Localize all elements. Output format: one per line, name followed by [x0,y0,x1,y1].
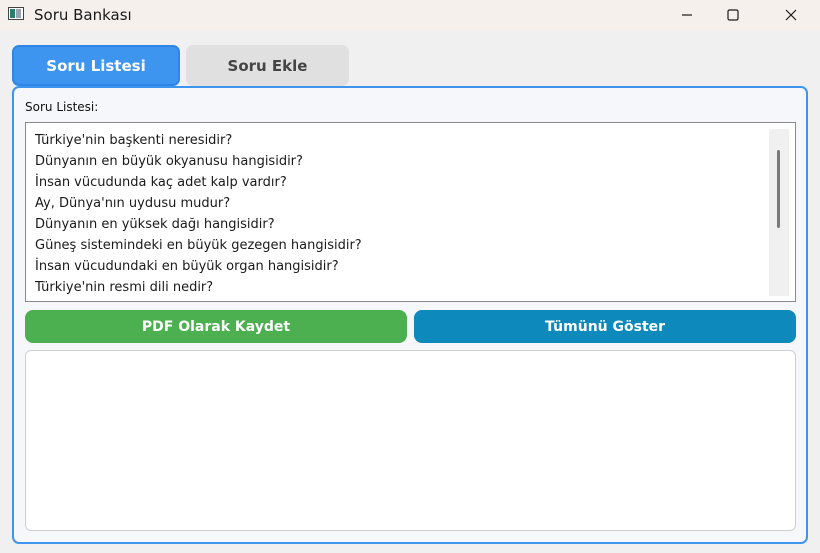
window-title: Soru Bankası [34,6,132,24]
maximize-button[interactable] [710,0,756,30]
question-list-label: Soru Listesi: [25,100,99,114]
list-item[interactable]: Dünyanın en yüksek dağı hangisidir? [35,217,275,232]
list-item[interactable]: İnsan vücudunda kaç adet kalp vardır? [35,175,287,190]
list-item[interactable]: Güneş sistemindeki en büyük gezegen hang… [35,238,362,253]
tab-soru-ekle[interactable]: Soru Ekle [186,45,349,86]
list-item[interactable]: Türkiye'nin başkenti neresidir? [35,133,232,148]
minimize-icon [682,14,692,16]
list-item[interactable]: Türkiye'nin resmi dili nedir? [35,280,213,295]
list-item[interactable]: İnsan vücudundaki en büyük organ hangisi… [35,259,339,274]
maximize-icon [727,9,739,21]
close-button[interactable] [768,0,814,30]
save-pdf-button[interactable]: PDF Olarak Kaydet [25,310,407,343]
minimize-button[interactable] [664,0,710,30]
question-list[interactable] [25,122,796,302]
list-scrollbar-thumb[interactable] [777,150,780,228]
close-icon [785,9,797,21]
list-item[interactable]: Dünyanın en büyük okyanusu hangisidir? [35,154,303,169]
list-item[interactable]: Ay, Dünya'nın uydusu mudur? [35,196,230,211]
title-bar: Soru Bankası [0,0,820,30]
tab-soru-listesi[interactable]: Soru Listesi [12,45,180,86]
output-text-area[interactable] [25,350,796,531]
show-all-button[interactable]: Tümünü Göster [414,310,796,343]
app-window-icon [8,7,24,20]
